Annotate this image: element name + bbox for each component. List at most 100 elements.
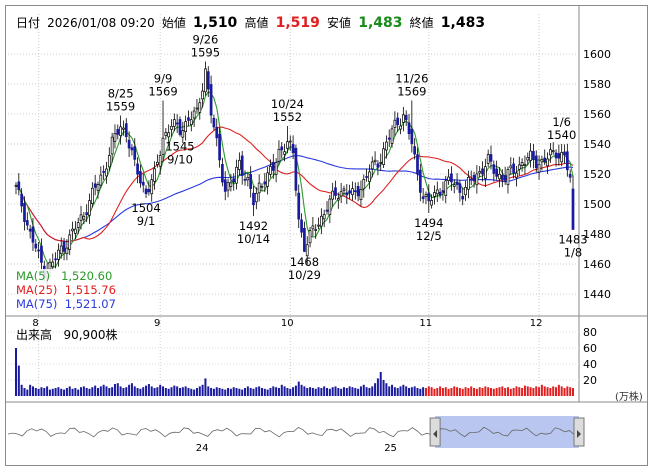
candle-up [308,230,312,244]
candle-up [551,150,555,153]
ma25-legend-label: MA(25) [16,283,58,297]
volume-bar [26,389,29,396]
volume-bar [385,383,388,396]
volume-bar [430,387,433,396]
candle-up [274,162,278,175]
volume-bar [317,387,320,396]
candle-up [167,132,171,138]
volume-bar [198,386,201,396]
volume-bar [458,388,461,396]
volume-bar [569,387,572,396]
candle-up [257,182,261,194]
volume-bar [37,388,40,396]
candle-up [546,158,549,167]
candle-up [110,136,114,155]
candle-up [156,161,159,165]
candle-up [246,177,250,181]
volume-bar [362,384,365,396]
candle-up [254,193,258,203]
volume-bar [475,388,478,396]
volume-bar [54,388,57,396]
candle-up [172,119,176,127]
candle-down [20,193,24,207]
volume-bar [85,388,88,396]
peak-date-label: 1/6 [552,115,571,129]
candle-up [150,179,154,195]
candle-down [421,196,425,200]
candle-up [192,110,196,119]
candle-up [342,188,346,192]
candle-up [71,228,74,232]
candle-up [90,187,94,204]
candle-up [430,200,433,206]
volume-bar [71,388,74,396]
volume-bar [436,388,439,396]
volume-bar [518,387,521,396]
candle-up [269,166,272,175]
candle-up [14,184,18,187]
candle-up [498,173,501,180]
volume-bar [408,388,411,396]
volume-bar [170,387,173,396]
volume-bar [29,384,32,396]
candle-down [218,133,221,161]
volume-bar [272,386,275,396]
candle-down [62,241,66,252]
candle-up [447,176,450,181]
volume-bar [277,388,280,396]
candle-up [288,140,292,143]
volume-bar [566,386,569,396]
navigator-selection [435,416,579,448]
volume-bar [402,384,405,396]
datetime-value: 2026/01/08 09:20 [47,16,155,30]
candle-down [495,168,499,177]
candle-down [557,153,561,159]
volume-bar [60,388,63,396]
peak-date-label: 10/24 [271,97,304,111]
volume-bar [184,386,187,396]
candle-up [74,228,77,234]
candle-up [385,141,388,151]
candle-up [390,128,394,144]
volume-bar [65,388,68,396]
volume-bar [190,388,193,396]
peak-value-label: 1595 [191,46,220,60]
candle-up [529,150,532,161]
candle-down [34,243,38,249]
candle-down [450,173,453,183]
volume-tick-label: 80 [583,326,597,339]
volume-bar [549,388,552,396]
candle-down [209,84,213,116]
volume-bar [193,389,196,396]
candle-down [532,151,535,160]
ohlc-info-bar: 日付 2026/01/08 09:20 始値 1,510 高値 1,519 安値… [16,14,488,31]
volume-bar [422,387,425,396]
trough-value-label: 1483 [558,233,587,247]
volume-bar [292,387,295,396]
candle-up [277,148,281,162]
volume-bar [215,387,218,396]
candle-down [141,181,145,186]
candle-down [252,192,255,206]
candle-up [189,119,193,126]
candle-down [31,226,35,243]
volume-bar [105,386,108,396]
volume-bar [526,386,529,396]
volume-bar [232,387,235,396]
volume-bar [529,387,532,396]
volume-bar [96,388,99,396]
volume-bar [275,387,278,396]
volume-bar [348,386,351,396]
volume-title-label: 出来高 [16,328,53,342]
candle-down [294,147,298,191]
volume-bar [139,388,142,396]
stock-chart: 1440146014801500152015401560158016008899… [6,6,647,458]
candle-down [144,188,148,195]
trough-date-label: 9/1 [137,214,156,228]
volume-bar [433,388,436,396]
candle-down [212,117,216,128]
trough-date-label: 1/8 [564,246,583,260]
time-tick-label: 12 [530,318,543,329]
volume-bar [128,384,131,396]
trough-value-label: 1545 [165,140,194,154]
